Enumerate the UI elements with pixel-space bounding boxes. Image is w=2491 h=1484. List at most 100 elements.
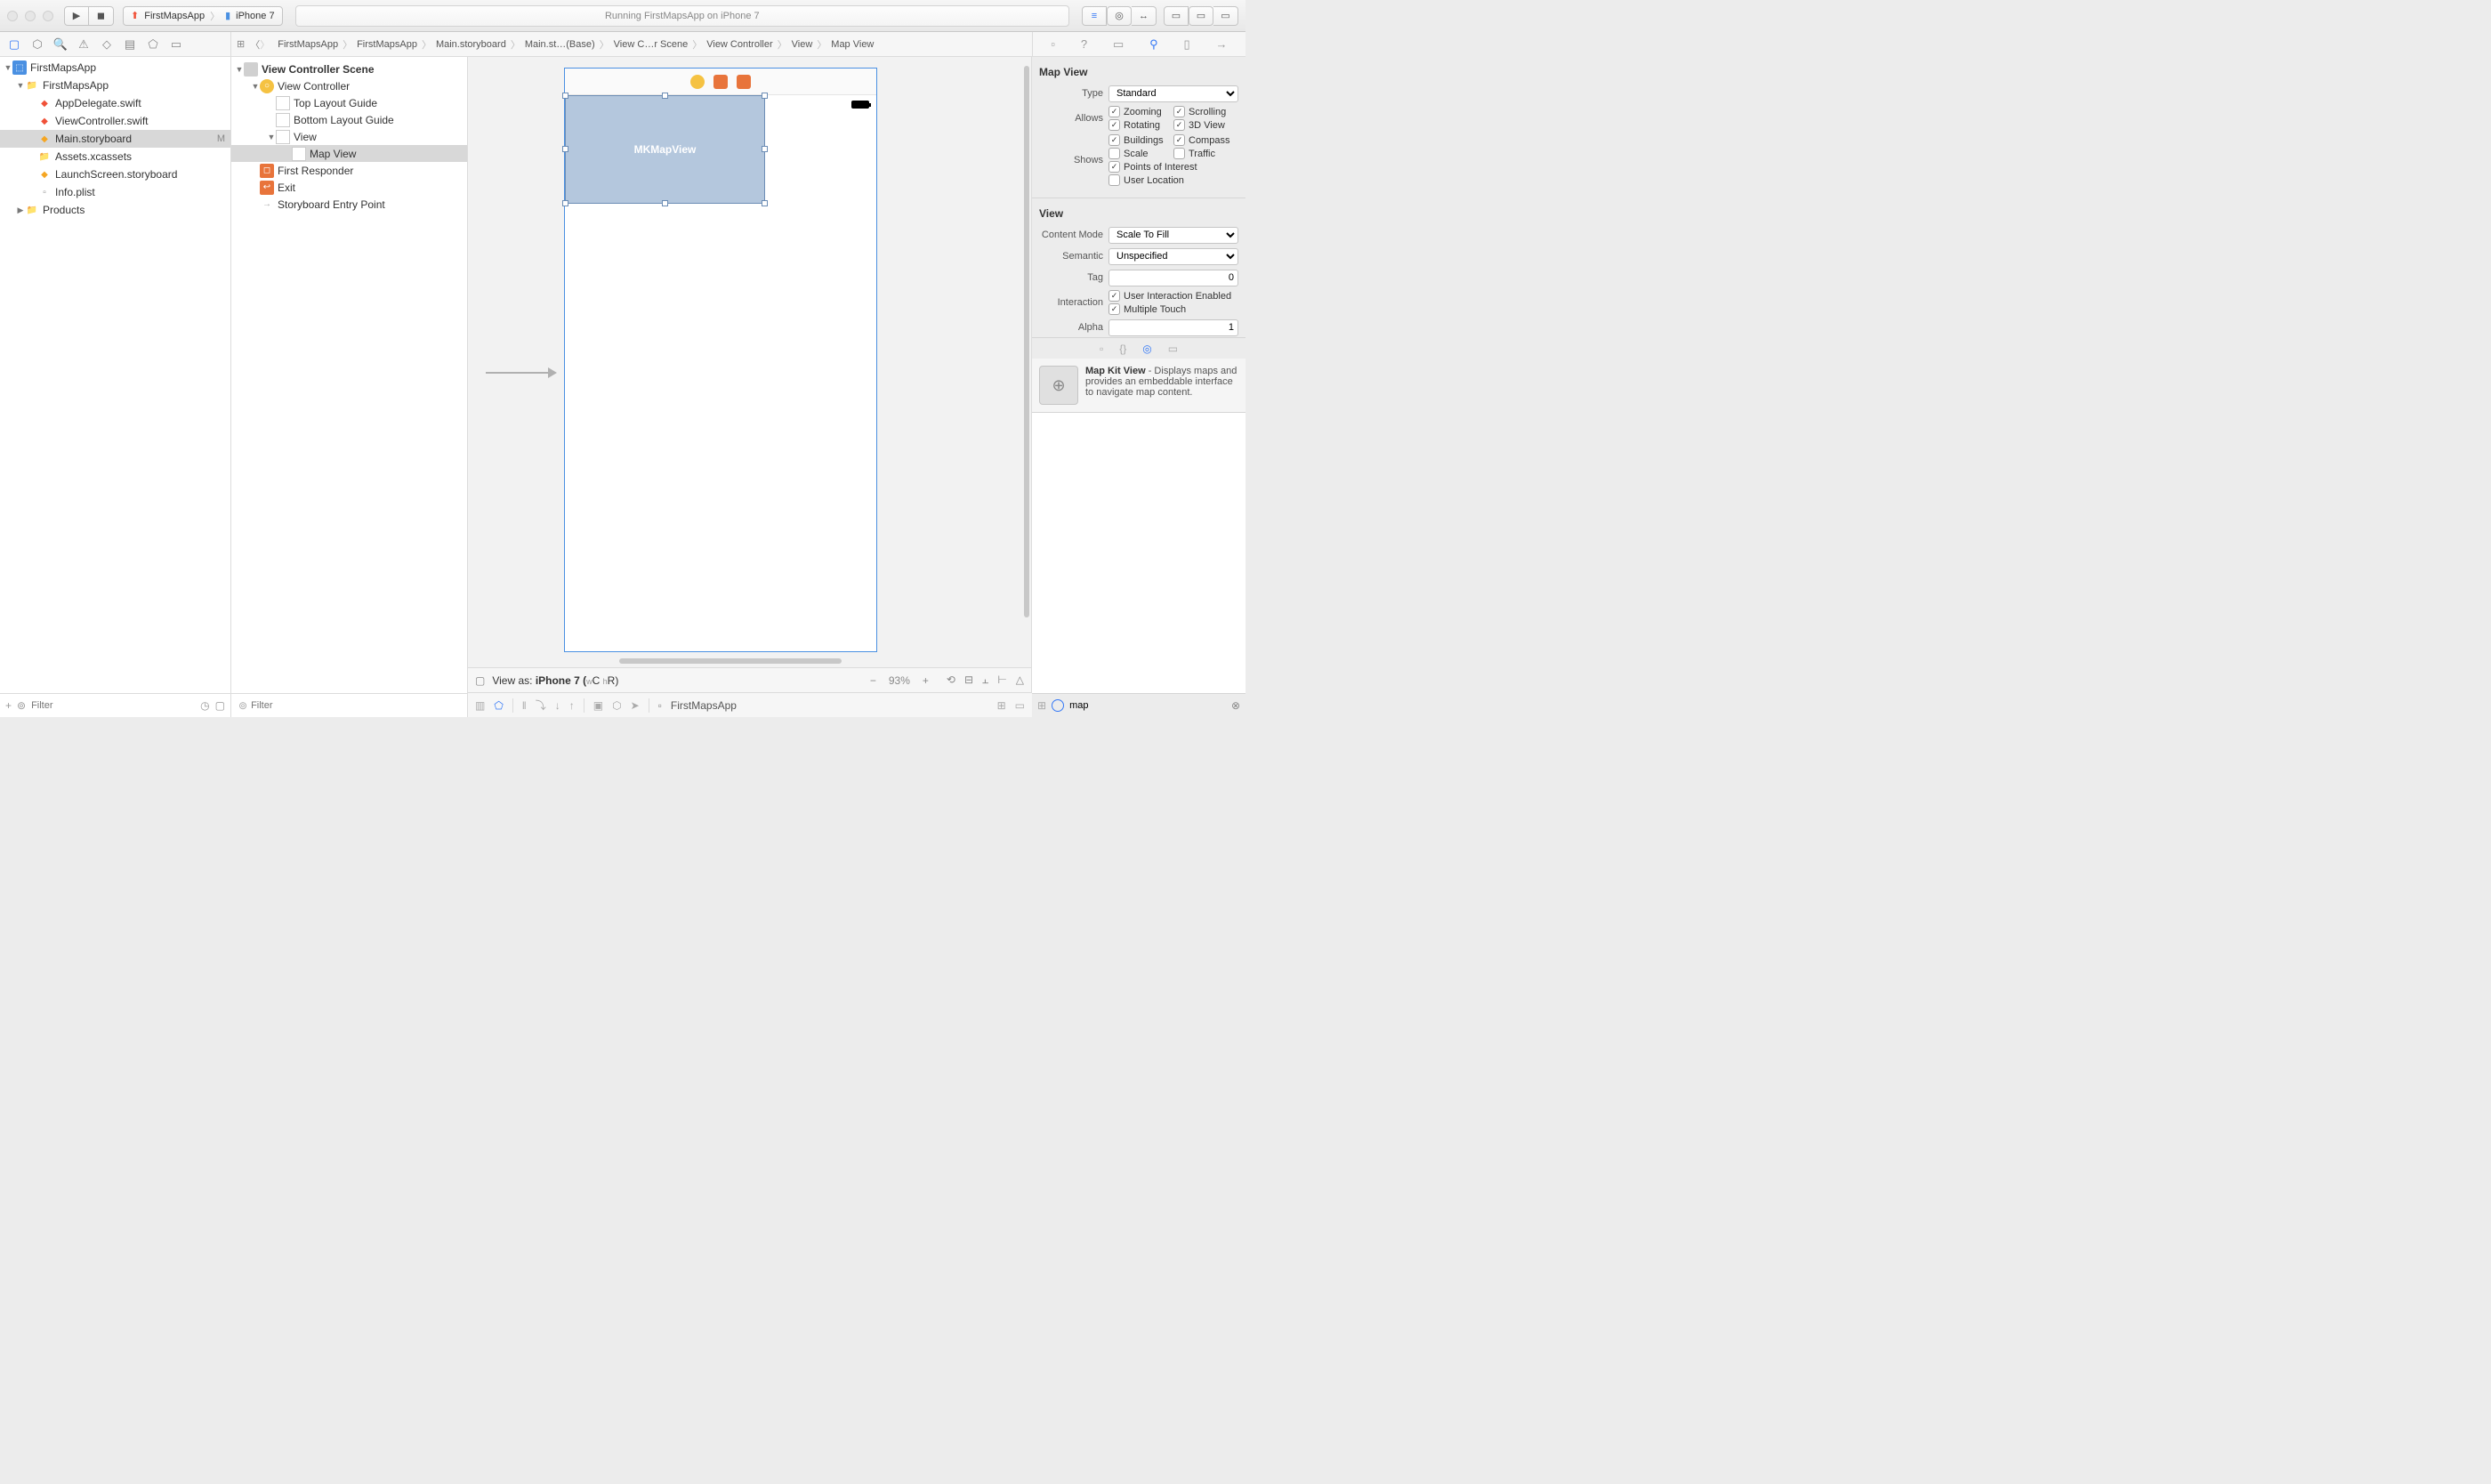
pin-icon[interactable]: ⊢ bbox=[997, 673, 1006, 687]
attributes-inspector-icon[interactable]: ⚲ bbox=[1149, 37, 1158, 52]
userloc-check[interactable] bbox=[1108, 174, 1120, 186]
library-item[interactable]: ⊕ Map Kit View - Displays maps and provi… bbox=[1032, 359, 1246, 413]
content-mode-select[interactable]: Scale To Fill bbox=[1108, 227, 1238, 244]
media-library-icon[interactable]: ▭ bbox=[1168, 343, 1178, 355]
minimize-icon[interactable] bbox=[25, 11, 36, 21]
code-snippet-icon[interactable]: {} bbox=[1119, 343, 1126, 355]
outline-top-guide[interactable]: Top Layout Guide bbox=[231, 94, 467, 111]
mapview-element[interactable]: MKMapView bbox=[565, 95, 765, 204]
scene-dock[interactable] bbox=[565, 69, 876, 95]
test-nav-icon[interactable]: ◇ bbox=[98, 37, 116, 52]
size-inspector-icon[interactable]: ▯ bbox=[1184, 37, 1190, 52]
file-row[interactable]: ◆Main.storyboard M bbox=[0, 130, 230, 148]
file-row[interactable]: ◆ViewController.swift bbox=[0, 112, 230, 130]
outline-exit[interactable]: ↩Exit bbox=[231, 179, 467, 196]
outline-vc[interactable]: ▼○View Controller bbox=[231, 77, 467, 94]
canvas-hscroll[interactable] bbox=[619, 658, 842, 664]
add-icon[interactable]: + bbox=[5, 699, 12, 712]
toggle-debug-button[interactable]: ▭ bbox=[1189, 6, 1213, 26]
tag-input[interactable] bbox=[1108, 270, 1238, 286]
step-in-icon[interactable]: ↓ bbox=[555, 699, 560, 712]
file-row[interactable]: ◆LaunchScreen.storyboard bbox=[0, 165, 230, 183]
file-inspector-icon[interactable]: ▫ bbox=[1051, 37, 1055, 51]
toggle-debug-icon[interactable]: ▥ bbox=[475, 699, 485, 712]
outline-scene[interactable]: ▼View Controller Scene bbox=[231, 60, 467, 77]
file-row[interactable]: ◆AppDelegate.swift bbox=[0, 94, 230, 112]
semantic-select[interactable]: Unspecified bbox=[1108, 248, 1238, 265]
resolve-icon[interactable]: △ bbox=[1016, 673, 1024, 687]
scm-filter-icon[interactable]: ▢ bbox=[215, 699, 225, 712]
user-interaction-check[interactable] bbox=[1108, 290, 1120, 302]
compass-check[interactable] bbox=[1173, 134, 1185, 146]
zoom-out-button[interactable]: − bbox=[870, 674, 876, 687]
standard-editor-button[interactable]: ≡ bbox=[1082, 6, 1107, 26]
clear-filter-icon[interactable]: ⊗ bbox=[1231, 699, 1240, 712]
group-row[interactable]: ▶📁Products bbox=[0, 201, 230, 219]
location-icon[interactable]: ➤ bbox=[631, 699, 640, 712]
pause-icon[interactable]: ‖ bbox=[522, 699, 527, 712]
buildings-check[interactable] bbox=[1108, 134, 1120, 146]
zoom-level[interactable]: 93% bbox=[889, 674, 910, 687]
type-select[interactable]: Standard bbox=[1108, 85, 1238, 102]
multitouch-check[interactable] bbox=[1108, 303, 1120, 315]
exit-dock-icon[interactable] bbox=[737, 75, 751, 89]
filter-icon[interactable]: ⊚ bbox=[17, 699, 26, 712]
outline-filter-input[interactable] bbox=[251, 700, 460, 711]
scrolling-check[interactable] bbox=[1173, 106, 1185, 117]
breakpoint-nav-icon[interactable]: ⬠ bbox=[144, 37, 162, 52]
library-filter-input[interactable] bbox=[1069, 700, 1226, 711]
embed-stack-icon[interactable]: ⊟ bbox=[964, 673, 973, 687]
forward-icon[interactable]: 〉 bbox=[260, 37, 275, 52]
filter-scope-icon[interactable] bbox=[1052, 699, 1064, 712]
alpha-input[interactable] bbox=[1108, 319, 1238, 336]
outline-mapview[interactable]: Map View bbox=[231, 145, 467, 162]
object-library-icon[interactable]: ◎ bbox=[1142, 343, 1151, 355]
identity-inspector-icon[interactable]: ▭ bbox=[1113, 37, 1124, 52]
scheme-selector[interactable]: ⬆ FirstMapsApp 〉 ▮ iPhone 7 bbox=[123, 6, 283, 26]
debug-grid-icon[interactable]: ⊞ bbox=[997, 699, 1006, 712]
update-frames-icon[interactable]: ⟲ bbox=[947, 673, 955, 687]
zooming-check[interactable] bbox=[1108, 106, 1120, 117]
run-button[interactable]: ▶ bbox=[64, 6, 89, 26]
ib-canvas[interactable]: MKMapView bbox=[468, 57, 1031, 667]
jump-bar[interactable]: ⊞ 〈 〉 FirstMapsApp〉 FirstMapsApp〉 Main.s… bbox=[231, 37, 1032, 52]
rotating-check[interactable] bbox=[1108, 119, 1120, 131]
device-frame[interactable]: MKMapView bbox=[564, 68, 877, 652]
file-row[interactable]: ▫Info.plist bbox=[0, 183, 230, 201]
scale-check[interactable] bbox=[1108, 148, 1120, 159]
debug-nav-icon[interactable]: ▤ bbox=[121, 37, 139, 52]
outline-bottom-guide[interactable]: Bottom Layout Guide bbox=[231, 111, 467, 128]
align-icon[interactable]: ⫠ bbox=[982, 673, 988, 687]
help-inspector-icon[interactable]: ? bbox=[1081, 37, 1087, 51]
memory-icon[interactable]: ⬡ bbox=[612, 699, 621, 712]
traffic-check[interactable] bbox=[1173, 148, 1185, 159]
debug-target[interactable]: FirstMapsApp bbox=[671, 699, 737, 712]
filter-icon[interactable]: ⊚ bbox=[238, 699, 247, 712]
close-icon[interactable] bbox=[7, 11, 18, 21]
project-nav-icon[interactable]: ▢ bbox=[5, 37, 23, 52]
outline-first-responder[interactable]: ◻First Responder bbox=[231, 162, 467, 179]
outline-entry[interactable]: →Storyboard Entry Point bbox=[231, 196, 467, 213]
navigator-filter-input[interactable] bbox=[31, 700, 195, 711]
symbol-nav-icon[interactable]: ⬡ bbox=[28, 37, 46, 52]
step-over-icon[interactable]: ⤵ bbox=[536, 698, 546, 713]
file-row[interactable]: 📁Assets.xcassets bbox=[0, 148, 230, 165]
project-row[interactable]: ▼⬚FirstMapsApp bbox=[0, 59, 230, 77]
connections-inspector-icon[interactable]: → bbox=[1216, 37, 1228, 51]
outline-view[interactable]: ▼View bbox=[231, 128, 467, 145]
canvas-vscroll[interactable] bbox=[1024, 66, 1029, 617]
zoom-icon[interactable] bbox=[43, 11, 53, 21]
stop-button[interactable]: ◼ bbox=[89, 6, 114, 26]
device-config-icon[interactable]: ▢ bbox=[475, 674, 485, 687]
assistant-editor-button[interactable]: ◎ bbox=[1107, 6, 1132, 26]
group-row[interactable]: ▼📁FirstMapsApp bbox=[0, 77, 230, 94]
issue-nav-icon[interactable]: ⚠ bbox=[75, 37, 93, 52]
report-nav-icon[interactable]: ▭ bbox=[167, 37, 185, 52]
vc-dock-icon[interactable] bbox=[690, 75, 705, 89]
debug-console-icon[interactable]: ▭ bbox=[1015, 699, 1025, 712]
related-items-icon[interactable]: ⊞ bbox=[237, 38, 250, 50]
recent-icon[interactable]: ◷ bbox=[200, 699, 209, 712]
first-responder-dock-icon[interactable] bbox=[713, 75, 728, 89]
debug-view-icon[interactable]: ▣ bbox=[593, 699, 603, 712]
toggle-inspector-button[interactable]: ▭ bbox=[1213, 6, 1238, 26]
